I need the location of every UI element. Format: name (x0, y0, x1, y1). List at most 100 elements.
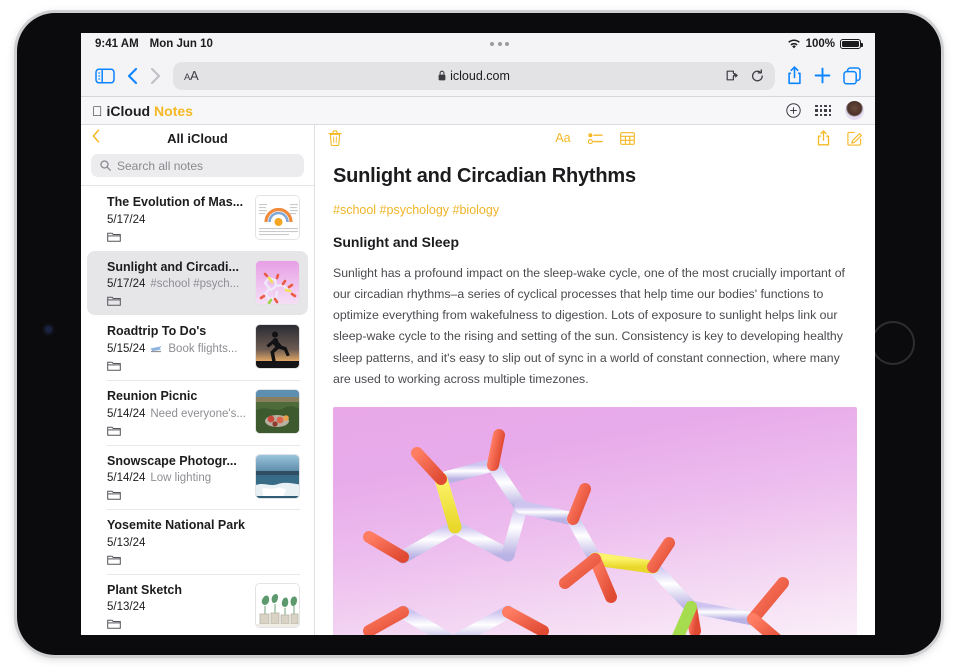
note-snippet: Book flights... (168, 343, 237, 355)
format-aa-button[interactable]: Aa (555, 131, 570, 145)
compose-icon[interactable] (847, 130, 862, 146)
note-snippet: Need everyone's... (150, 408, 246, 420)
ios-status-bar: 9:41 AM Mon Jun 10 100% (81, 33, 875, 55)
list-item[interactable]: Yosemite National Park 5/13/24 (87, 509, 308, 574)
note-body-text: Sunlight has a profound impact on the sl… (333, 263, 855, 390)
note-date: 5/17/24 (107, 278, 145, 290)
airplane-icon (150, 344, 163, 353)
note-meta: 5/17/24 #school #psych... (107, 278, 247, 290)
search-icon (100, 160, 111, 171)
status-bar-center (213, 42, 787, 46)
status-bar-left: 9:41 AM Mon Jun 10 (95, 38, 213, 50)
list-item[interactable]: The Evolution of Mas... 5/17/24 (87, 186, 308, 251)
note-title: Plant Sketch (107, 583, 247, 599)
note-info: Yosemite National Park 5/13/24 (107, 518, 300, 565)
icloud-brand[interactable]:  iCloud Notes (92, 103, 193, 119)
address-bar-url: icloud.com (450, 69, 510, 83)
search-container: Search all notes (81, 151, 314, 185)
apple-logo-icon:  (92, 104, 103, 118)
multitasking-dots-icon[interactable] (490, 42, 509, 46)
tab-overview-icon[interactable] (843, 67, 861, 85)
sidebar-title: All iCloud (81, 131, 314, 146)
note-date: 5/13/24 (107, 537, 145, 549)
note-info: Reunion Picnic 5/14/24 Need everyone's..… (107, 389, 247, 436)
note-meta: 5/17/24 (107, 214, 247, 226)
note-thumbnail (255, 260, 300, 305)
note-tags[interactable]: #school #psychology #biology (333, 203, 855, 217)
icloud-header-actions (786, 101, 864, 120)
note-content[interactable]: Sunlight and Circadian Rhythms #school #… (315, 151, 875, 635)
list-item[interactable]: Plant Sketch 5/13/24 (87, 574, 308, 635)
extensions-puzzle-icon[interactable] (726, 69, 740, 82)
list-item[interactable]: Snowscape Photogr... 5/14/24 Low lightin… (87, 445, 308, 510)
list-item[interactable]: Roadtrip To Do's 5/15/24 Book flights... (87, 315, 308, 380)
back-chevron-icon[interactable] (127, 67, 138, 85)
note-meta: 5/14/24 Need everyone's... (107, 408, 247, 420)
note-info: The Evolution of Mas... 5/17/24 (107, 195, 247, 242)
note-subheading: Sunlight and Sleep (333, 234, 855, 250)
note-title: Sunlight and Circadi... (107, 260, 247, 276)
search-placeholder: Search all notes (117, 159, 203, 173)
battery-percent-label: 100% (806, 38, 835, 50)
plus-circle-icon[interactable] (786, 103, 801, 118)
status-date: Mon Jun 10 (150, 38, 213, 50)
notes-list[interactable]: The Evolution of Mas... 5/17/24 (81, 185, 314, 635)
icloud-header:  iCloud Notes (81, 97, 875, 125)
icloud-app-label: Notes (154, 103, 193, 119)
note-heading: Sunlight and Circadian Rhythms (333, 165, 855, 188)
note-title: The Evolution of Mas... (107, 195, 247, 211)
note-snippet: #school #psych... (150, 278, 239, 290)
app-grid-icon[interactable] (815, 105, 831, 116)
lock-icon (438, 70, 446, 81)
note-date: 5/14/24 (107, 408, 145, 420)
note-thumbnail (255, 454, 300, 499)
list-item[interactable]: Reunion Picnic 5/14/24 Need everyone's..… (87, 380, 308, 445)
folder-icon (107, 231, 121, 242)
note-attached-image[interactable] (333, 407, 857, 635)
note-meta: 5/14/24 Low lighting (107, 472, 247, 484)
checklist-icon[interactable] (588, 131, 603, 145)
note-meta: 5/15/24 Book flights... (107, 343, 247, 355)
note-info: Sunlight and Circadi... 5/17/24 #school … (107, 260, 247, 307)
share-icon[interactable] (817, 130, 830, 146)
notes-app: All iCloud Search all notes (81, 125, 875, 635)
new-tab-plus-icon[interactable] (814, 67, 831, 84)
table-icon[interactable] (620, 131, 635, 145)
note-meta: 5/13/24 (107, 601, 247, 613)
editor-toolbar: Aa (315, 125, 875, 151)
note-info: Snowscape Photogr... 5/14/24 Low lightin… (107, 454, 247, 501)
battery-icon (840, 39, 861, 49)
list-item[interactable]: Sunlight and Circadi... 5/17/24 #school … (87, 251, 308, 316)
note-thumbnail (255, 389, 300, 434)
forward-chevron-icon (150, 67, 161, 85)
search-input[interactable]: Search all notes (91, 154, 304, 177)
status-time: 9:41 AM (95, 38, 139, 50)
home-button[interactable] (871, 321, 915, 365)
note-date: 5/14/24 (107, 472, 145, 484)
note-title: Reunion Picnic (107, 389, 247, 405)
ipad-device-frame: 9:41 AM Mon Jun 10 100% (17, 13, 941, 655)
note-thumbnail (255, 324, 300, 369)
note-thumbnail (255, 583, 300, 628)
note-meta: 5/13/24 (107, 537, 300, 549)
user-avatar[interactable] (845, 101, 864, 120)
safari-toolbar: AA icloud.com (81, 55, 875, 97)
address-bar[interactable]: AA icloud.com (173, 62, 775, 90)
folder-icon (107, 554, 121, 565)
address-bar-actions (726, 69, 764, 83)
address-bar-url-group: icloud.com (173, 69, 775, 83)
sidebar-toggle-icon[interactable] (95, 68, 115, 84)
note-title: Snowscape Photogr... (107, 454, 247, 470)
screen: 9:41 AM Mon Jun 10 100% (81, 33, 875, 635)
editor-format-tools: Aa (315, 131, 875, 145)
note-thumbnail (255, 195, 300, 240)
folder-icon (107, 360, 121, 371)
notes-sidebar: All iCloud Search all notes (81, 125, 315, 635)
sidebar-header: All iCloud (81, 125, 314, 151)
icloud-brand-label: iCloud (107, 103, 151, 119)
text-size-button[interactable]: AA (184, 68, 198, 83)
reload-icon[interactable] (751, 69, 764, 83)
share-icon[interactable] (787, 66, 802, 85)
note-info: Roadtrip To Do's 5/15/24 Book flights... (107, 324, 247, 371)
editor-actions (817, 130, 862, 146)
